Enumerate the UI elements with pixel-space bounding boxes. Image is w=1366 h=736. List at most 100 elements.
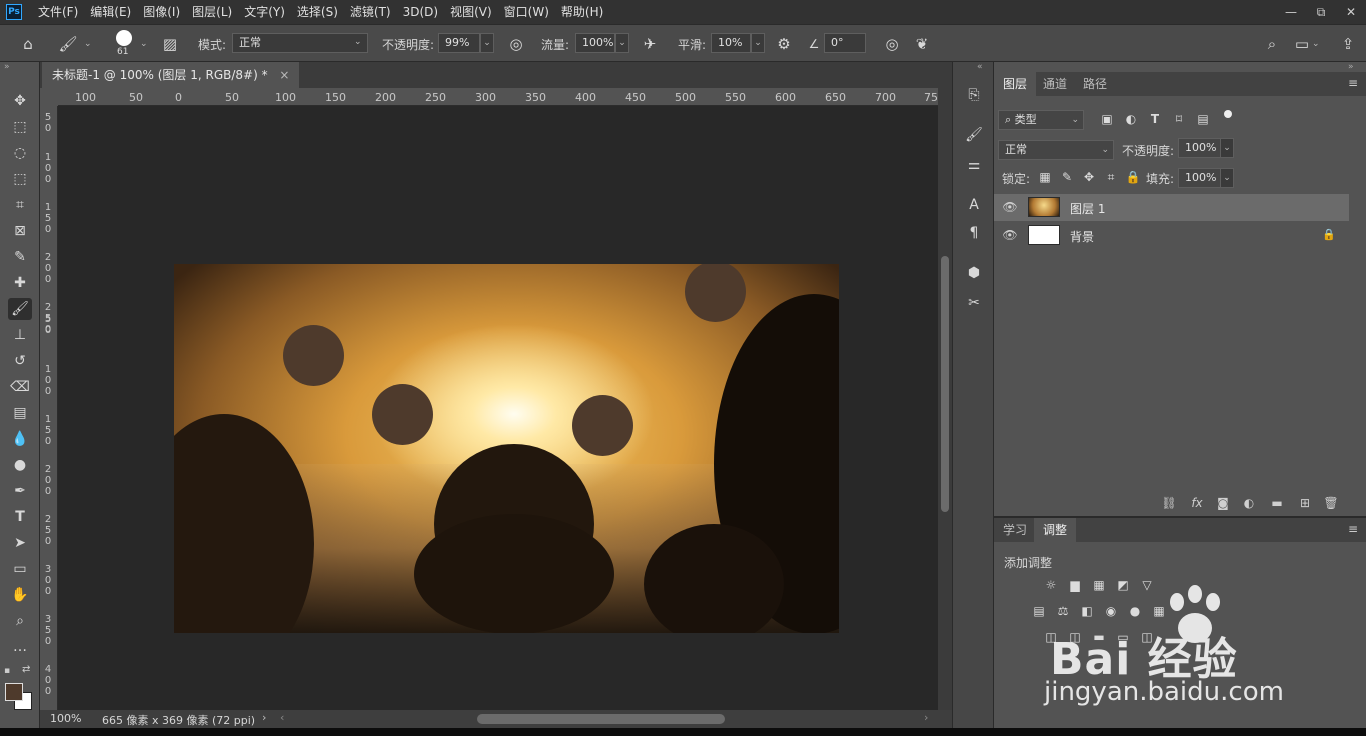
default-colors-icon[interactable]: ▪ (4, 666, 10, 676)
hue-saturation-icon[interactable]: ▤ (1030, 602, 1048, 620)
paragraph-panel-icon[interactable]: ¶ (963, 222, 985, 244)
color-lookup-icon[interactable]: ▦ (1150, 602, 1168, 620)
fill-field[interactable]: 100% (1178, 168, 1222, 188)
menu-file[interactable]: 文件(F) (32, 0, 84, 24)
menu-view[interactable]: 视图(V) (444, 0, 498, 24)
filter-toggle-icon[interactable] (1224, 110, 1232, 118)
hand-tool-icon[interactable]: ✋ (8, 584, 32, 606)
channel-mixer-icon[interactable]: ● (1126, 602, 1144, 620)
brush-tool-preset-icon[interactable]: 🖌 (58, 34, 78, 54)
share-icon[interactable]: ⇪ (1338, 34, 1358, 54)
symmetry-butterfly-icon[interactable]: ❦ (912, 34, 932, 54)
close-tab-icon[interactable]: × (279, 68, 289, 82)
type-tool-icon[interactable]: T (8, 506, 32, 528)
eyedropper-tool-icon[interactable]: ✎ (8, 246, 32, 268)
zoom-tool-icon[interactable]: ⌕ (8, 610, 32, 632)
vertical-ruler[interactable]: 5 0 1 0 0 1 5 0 2 0 0 2 5 0 0 5 0 1 0 0 … (40, 106, 58, 710)
tab-paths[interactable]: 路径 (1074, 72, 1116, 96)
brush-settings-icon[interactable]: 🖌 (963, 124, 985, 146)
tab-adjustments[interactable]: 调整 (1034, 518, 1077, 542)
blend-mode-select[interactable]: 正常 ⌄ (998, 140, 1114, 160)
home-icon[interactable]: ⌂ (18, 34, 38, 54)
pen-tool-icon[interactable]: ✒ (8, 480, 32, 502)
delete-layer-trash-icon[interactable]: 🗑 (1322, 494, 1340, 512)
threshold-icon[interactable]: ▬ (1090, 628, 1108, 646)
menu-edit[interactable]: 编辑(E) (84, 0, 137, 24)
gradient-tool-icon[interactable]: ▤ (8, 402, 32, 424)
chevron-right-icon[interactable]: › (262, 711, 266, 724)
layer-opacity-dropdown[interactable]: ⌄ (1220, 138, 1234, 158)
angle-field[interactable]: 0° (824, 33, 866, 53)
link-layers-icon[interactable]: ⛓ (1160, 494, 1178, 512)
healing-brush-tool-icon[interactable]: ✚ (8, 272, 32, 294)
menu-3d[interactable]: 3D(D) (397, 0, 444, 24)
flow-field[interactable]: 100% (575, 33, 615, 53)
pressure-opacity-icon[interactable]: ◎ (506, 34, 526, 54)
tab-channels[interactable]: 通道 (1034, 72, 1076, 96)
photo-filter-icon[interactable]: ◉ (1102, 602, 1120, 620)
posterize-icon[interactable]: ◫ (1066, 628, 1084, 646)
filter-pixel-icon[interactable]: ▣ (1098, 110, 1116, 128)
panel-menu-icon[interactable]: ≡ (1348, 76, 1358, 90)
brightness-contrast-icon[interactable]: ☼ (1042, 576, 1060, 594)
workspace-icon[interactable]: ▭ (1292, 34, 1312, 54)
horizontal-scroll-thumb[interactable] (477, 714, 725, 724)
layer-row-layer1[interactable]: 👁 图层 1 (994, 194, 1349, 221)
lock-artboard-icon[interactable]: ⌗ (1102, 168, 1120, 186)
layer-opacity-field[interactable]: 100% (1178, 138, 1222, 158)
layer-name[interactable]: 背景 (1070, 228, 1094, 245)
color-balance-icon[interactable]: ⚖ (1054, 602, 1072, 620)
lasso-tool-icon[interactable]: ◌ (8, 142, 32, 164)
object-selection-tool-icon[interactable]: ⬚ (8, 168, 32, 190)
document-tab[interactable]: 未标题-1 @ 100% (图层 1, RGB/8#) * × (42, 62, 300, 88)
scroll-left-icon[interactable]: ‹ (280, 711, 284, 724)
new-group-folder-icon[interactable]: ▬ (1268, 494, 1286, 512)
fill-dropdown[interactable]: ⌄ (1220, 168, 1234, 188)
black-white-icon[interactable]: ◧ (1078, 602, 1096, 620)
layer-name[interactable]: 图层 1 (1070, 200, 1105, 217)
character-panel-icon[interactable]: A (963, 194, 985, 216)
menu-layer[interactable]: 图层(L) (186, 0, 238, 24)
filter-shape-icon[interactable]: ⌑ (1170, 110, 1188, 128)
filter-adjustment-icon[interactable]: ◐ (1122, 110, 1140, 128)
frame-tool-icon[interactable]: ⊠ (8, 220, 32, 242)
add-mask-icon[interactable]: ◙ (1214, 494, 1232, 512)
scroll-right-icon[interactable]: › (924, 711, 928, 724)
visibility-eye-icon[interactable]: 👁 (1002, 228, 1018, 242)
gradient-map-icon[interactable]: ▭ (1114, 628, 1132, 646)
lock-position-icon[interactable]: ✥ (1080, 168, 1098, 186)
chevron-down-icon[interactable]: ⌄ (140, 39, 148, 49)
menu-image[interactable]: 图像(I) (137, 0, 186, 24)
expand-panel-icon[interactable]: » (4, 62, 10, 72)
brush-preview-icon[interactable] (116, 30, 132, 46)
collapse-panel-icon[interactable]: » (1348, 62, 1354, 72)
lock-transparent-icon[interactable]: ▦ (1036, 168, 1054, 186)
zoom-level[interactable]: 100% (50, 712, 81, 725)
restore-button[interactable]: ⧉ (1306, 0, 1336, 24)
flow-dropdown[interactable]: ⌄ (615, 33, 629, 53)
lock-all-icon[interactable]: 🔒 (1124, 168, 1142, 186)
minimize-button[interactable]: — (1276, 0, 1306, 24)
menu-help[interactable]: 帮助(H) (555, 0, 609, 24)
path-selection-tool-icon[interactable]: ➤ (8, 532, 32, 554)
exposure-icon[interactable]: ◩ (1114, 576, 1132, 594)
opacity-dropdown[interactable]: ⌄ (480, 33, 494, 53)
pressure-size-icon[interactable]: ◎ (882, 34, 902, 54)
history-brush-tool-icon[interactable]: ↺ (8, 350, 32, 372)
menu-window[interactable]: 窗口(W) (498, 0, 555, 24)
more-tools-icon[interactable]: … (8, 636, 32, 658)
marquee-tool-icon[interactable]: ⬚ (8, 116, 32, 138)
selective-color-icon[interactable]: ◫ (1138, 628, 1156, 646)
layer-filter-select[interactable]: ⌕ 类型 ⌄ (998, 110, 1084, 130)
document-canvas-image[interactable] (174, 264, 839, 633)
swap-colors-icon[interactable]: ⇄ (22, 664, 30, 675)
visibility-eye-icon[interactable]: 👁 (1002, 200, 1018, 214)
search-icon[interactable]: ⌕ (1262, 34, 1282, 54)
filter-type-icon[interactable]: T (1146, 110, 1164, 128)
smoothing-dropdown[interactable]: ⌄ (751, 33, 765, 53)
brush-tool-icon[interactable]: 🖌 (8, 298, 32, 320)
mode-select[interactable]: 正常 (232, 33, 368, 53)
lock-icon[interactable]: 🔒 (1322, 228, 1336, 241)
layer-row-background[interactable]: 👁 背景 🔒 (994, 222, 1349, 249)
chevron-down-icon[interactable]: ⌄ (1312, 39, 1320, 49)
